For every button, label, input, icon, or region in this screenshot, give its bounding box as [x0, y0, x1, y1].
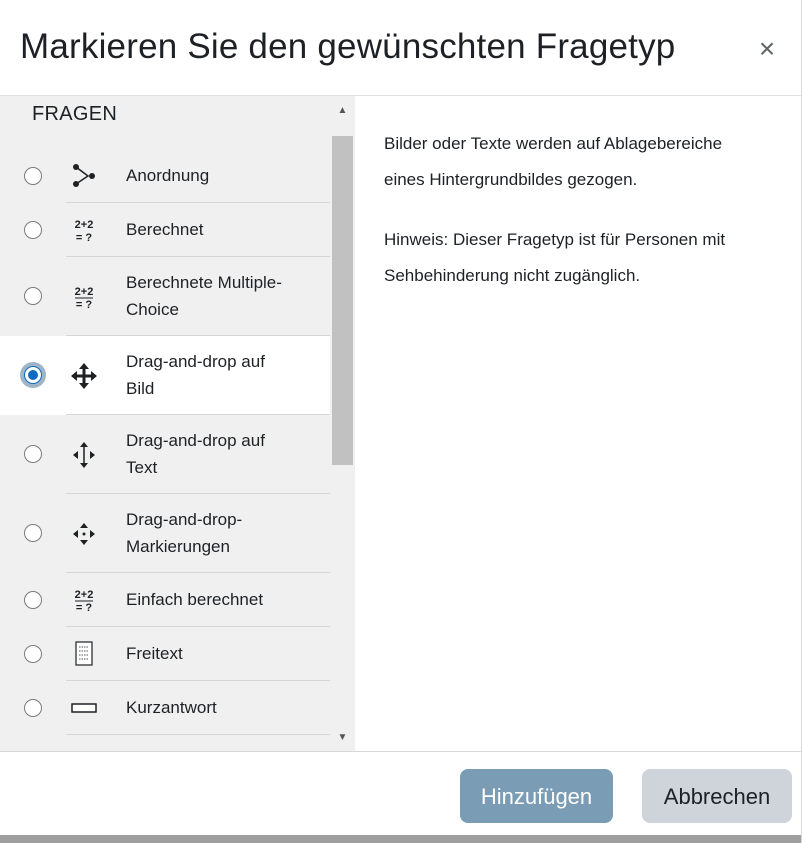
- dialog-footer: Hinzufügen Abbrechen: [0, 752, 801, 843]
- radio-button[interactable]: [24, 287, 42, 305]
- list-item-freitext[interactable]: Freitext: [0, 627, 330, 681]
- radio-button[interactable]: [24, 221, 42, 239]
- svg-text:= ?: = ?: [76, 299, 92, 311]
- svg-text:= ?: = ?: [76, 602, 92, 614]
- list-item-label: Anordnung: [126, 166, 210, 185]
- ordering-icon: [70, 162, 98, 190]
- svg-text:2+2: 2+2: [75, 219, 94, 231]
- question-type-list-panel: FRAGEN Anordnung 2+2 = ? Berechnet 2+2 =…: [0, 96, 355, 751]
- list-item-label: Drag-and-drop-Markierungen: [126, 510, 243, 556]
- radio-button[interactable]: [24, 524, 42, 542]
- radio-button[interactable]: [24, 445, 42, 463]
- list-item-berechnet[interactable]: 2+2 = ? Berechnet: [0, 203, 330, 257]
- add-button[interactable]: Hinzufügen: [460, 769, 613, 823]
- scroll-down-arrow-icon[interactable]: ▼: [332, 728, 353, 748]
- list-item-label: Freitext: [126, 644, 183, 663]
- list-item-anordnung[interactable]: Anordnung: [0, 149, 330, 203]
- list-item-berechnete-multiple-choice[interactable]: 2+2 = ? Berechnete Multiple-Choice: [0, 257, 330, 336]
- question-type-list: Anordnung 2+2 = ? Berechnet 2+2 = ? Bere…: [0, 149, 330, 735]
- list-item-einfach-berechnet[interactable]: 2+2 = ? Einfach berechnet: [0, 573, 330, 627]
- svg-text:2+2: 2+2: [75, 286, 94, 298]
- radio-button[interactable]: [24, 591, 42, 609]
- list-item-label: Drag-and-drop auf Bild: [126, 352, 265, 398]
- radio-button-selected[interactable]: [24, 366, 42, 384]
- cancel-button[interactable]: Abbrechen: [642, 769, 792, 823]
- section-title: FRAGEN: [32, 103, 118, 125]
- close-button[interactable]: ×: [752, 28, 782, 70]
- radio-button[interactable]: [24, 167, 42, 185]
- scroll-up-arrow-icon[interactable]: ▲: [332, 101, 353, 121]
- list-item-label: Drag-and-drop auf Text: [126, 431, 265, 477]
- list-item-drag-and-drop-auf-text[interactable]: Drag-and-drop auf Text: [0, 415, 330, 494]
- question-type-dialog: Markieren Sie den gewünschten Fragetyp ×…: [0, 0, 802, 843]
- list-item-kurzantwort[interactable]: Kurzantwort: [0, 681, 330, 735]
- list-item-label: Berechnete Multiple-Choice: [126, 273, 282, 319]
- dialog-body: FRAGEN Anordnung 2+2 = ? Berechnet 2+2 =…: [0, 96, 801, 752]
- drag-markers-icon: [70, 520, 98, 548]
- question-type-description-panel: Bilder oder Texte werden auf Ablageberei…: [355, 96, 801, 751]
- drag-text-icon: [70, 441, 98, 469]
- list-item-label: Berechnet: [126, 220, 204, 239]
- shortanswer-icon: [70, 694, 98, 722]
- radio-button[interactable]: [24, 645, 42, 663]
- move-icon: [70, 362, 98, 390]
- list-item-drag-and-drop-auf-bild[interactable]: Drag-and-drop auf Bild: [0, 336, 330, 415]
- background-page-strip: [0, 835, 801, 843]
- radio-button[interactable]: [24, 699, 42, 717]
- scrollbar-thumb[interactable]: [332, 136, 353, 465]
- question-type-description: Bilder oder Texte werden auf Ablageberei…: [384, 134, 723, 189]
- list-item-label: Kurzantwort: [126, 698, 217, 717]
- list-item-drag-and-drop-markierungen[interactable]: Drag-and-drop-Markierungen: [0, 494, 330, 573]
- simple-calculated-icon: 2+2 = ?: [70, 586, 98, 614]
- svg-text:= ?: = ?: [76, 232, 92, 244]
- essay-icon: [70, 640, 98, 668]
- calculated-multichoice-icon: 2+2 = ?: [70, 283, 98, 311]
- list-item-label: Einfach berechnet: [126, 590, 264, 609]
- svg-text:2+2: 2+2: [75, 589, 94, 601]
- calculated-icon: 2+2 = ?: [70, 216, 98, 244]
- accessibility-note: Hinweis: Dieser Fragetyp ist für Persone…: [384, 230, 726, 285]
- dialog-title: Markieren Sie den gewünschten Fragetyp: [20, 27, 676, 66]
- list-scrollbar[interactable]: ▲ ▼: [331, 96, 355, 751]
- dialog-header: Markieren Sie den gewünschten Fragetyp ×: [0, 0, 801, 96]
